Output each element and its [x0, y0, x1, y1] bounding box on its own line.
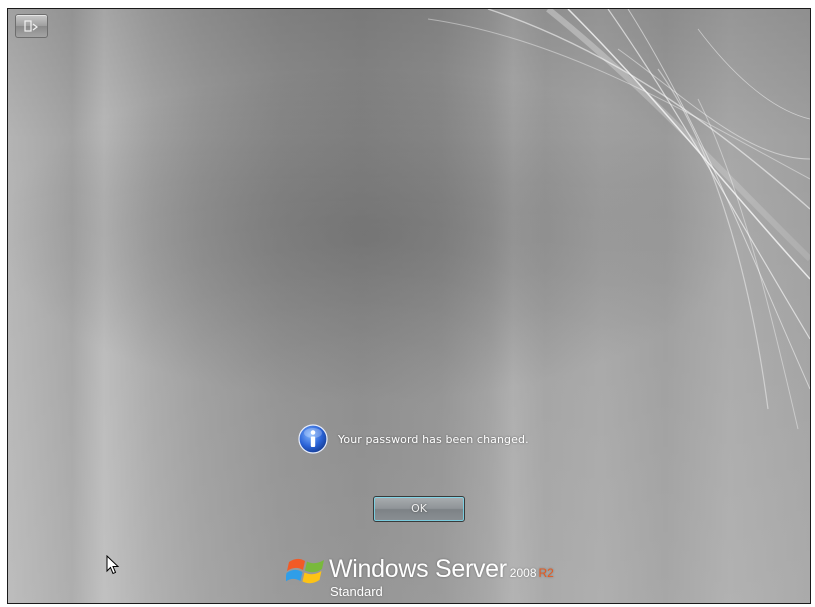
ok-button[interactable]: OK	[373, 496, 465, 522]
ease-of-access-button[interactable]	[15, 14, 48, 38]
product-title: Windows Server	[329, 555, 507, 583]
windows-branding: Windows Server 2008 R2 Standard	[286, 547, 586, 603]
status-message: Your password has been changed.	[298, 424, 529, 454]
product-release: R2	[538, 566, 554, 580]
status-message-text: Your password has been changed.	[338, 432, 529, 446]
mouse-pointer-icon	[106, 555, 120, 575]
info-icon	[298, 424, 328, 454]
product-edition: Standard	[330, 584, 383, 599]
ease-of-access-icon	[24, 20, 38, 32]
product-version: 2008	[509, 566, 537, 580]
windows-flag-logo	[286, 558, 324, 584]
product-name: Windows Server 2008 R2	[329, 555, 554, 584]
logon-screen: Your password has been changed. OK Windo…	[7, 8, 811, 604]
